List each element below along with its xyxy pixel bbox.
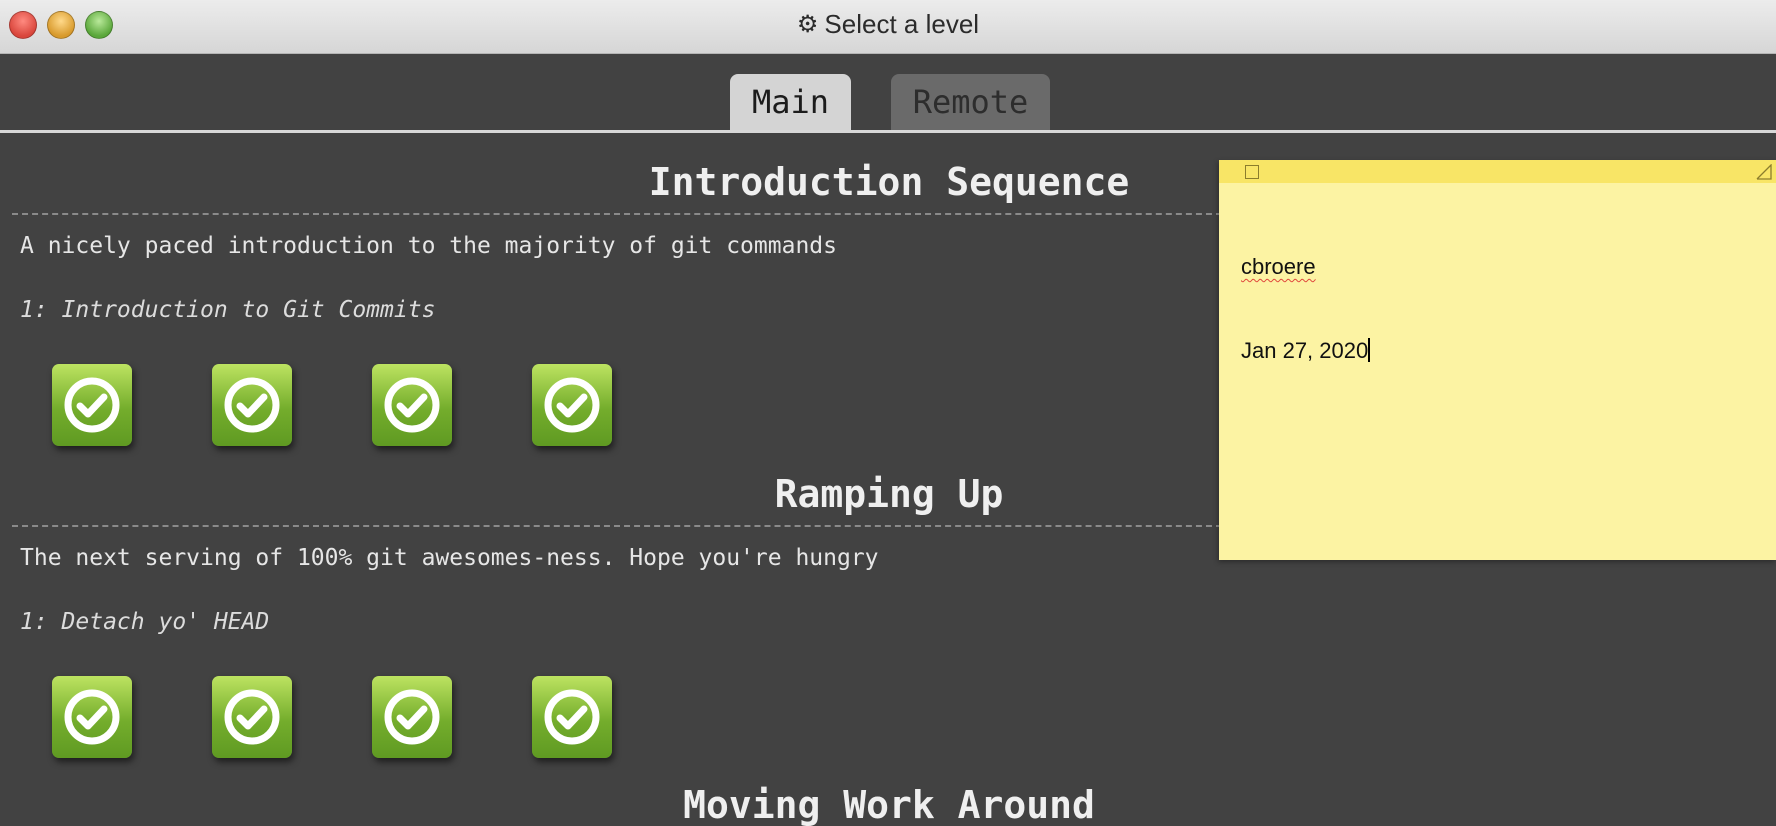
section-divider	[12, 525, 1222, 527]
check-circle-icon	[544, 377, 600, 433]
level-button-1-2[interactable]	[212, 364, 292, 446]
level-button-2-1[interactable]	[52, 676, 132, 758]
level-button-2-3[interactable]	[372, 676, 452, 758]
sticky-note[interactable]: cbroere Jan 27, 2020	[1219, 160, 1776, 560]
check-circle-icon	[224, 689, 280, 745]
level-button-2-4[interactable]	[532, 676, 612, 758]
section-description: A nicely paced introduction to the major…	[20, 233, 837, 259]
check-circle-icon	[64, 377, 120, 433]
window-title: ⚙ Select a level	[0, 9, 1776, 40]
tab-main[interactable]: Main	[730, 74, 851, 130]
section-description: The next serving of 100% git awesomes-ne…	[20, 545, 879, 571]
section-title-moving-work-around: Moving Work Around	[683, 783, 1095, 826]
level-name: 1: Detach yo' HEAD	[20, 609, 270, 635]
sticky-note-titlebar[interactable]	[1219, 160, 1776, 183]
level-button-1-3[interactable]	[372, 364, 452, 446]
check-circle-icon	[384, 377, 440, 433]
section-divider	[12, 213, 1222, 215]
gear-icon: ⚙	[796, 11, 819, 38]
level-name: 1: Introduction to Git Commits	[20, 297, 436, 323]
note-close-checkbox[interactable]	[1245, 165, 1259, 179]
window-titlebar: ⚙ Select a level	[0, 0, 1776, 54]
text-caret	[1368, 338, 1371, 362]
sticky-note-text[interactable]: cbroere Jan 27, 2020	[1241, 197, 1371, 421]
tab-remote[interactable]: Remote	[891, 74, 1050, 130]
check-circle-icon	[224, 377, 280, 433]
note-line-date: Jan 27, 2020	[1241, 338, 1369, 363]
window-title-text: Select a level	[824, 9, 980, 39]
check-circle-icon	[544, 689, 600, 745]
check-circle-icon	[64, 689, 120, 745]
level-button-2-2[interactable]	[212, 676, 292, 758]
note-line-name: cbroere	[1241, 254, 1316, 279]
level-button-1-1[interactable]	[52, 364, 132, 446]
resize-corner-icon[interactable]	[1756, 164, 1772, 180]
check-circle-icon	[384, 689, 440, 745]
level-button-1-4[interactable]	[532, 364, 612, 446]
tab-divider	[0, 130, 1776, 133]
